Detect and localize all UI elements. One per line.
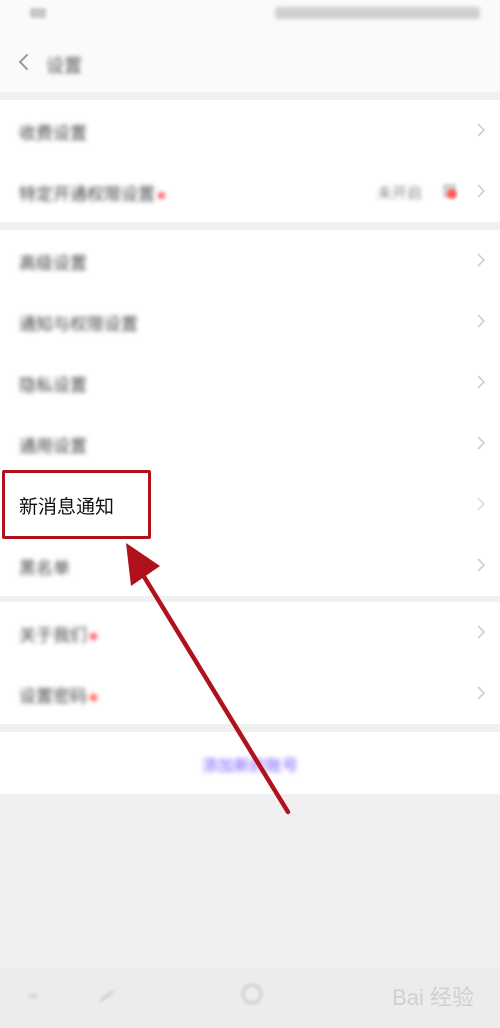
row-label: 特定开通权限设置 (19, 180, 165, 205)
chevron-right-icon (476, 557, 486, 573)
row-label: 隐私设置 (19, 376, 87, 396)
settings-row-permission[interactable]: 特定开通权限设置 未开启 (0, 161, 500, 222)
chevron-right-icon (476, 183, 486, 199)
row-label: 设置密码 (19, 682, 97, 707)
chevron-right-icon (476, 313, 486, 329)
chevron-right-icon (476, 435, 486, 451)
page-title: 设置 (46, 56, 82, 77)
menu-icon[interactable] (26, 988, 40, 1007)
add-account-link[interactable]: 添加新的账号 (0, 752, 500, 776)
settings-row-password[interactable]: 设置密码 (0, 663, 500, 724)
highlight-box (2, 470, 151, 539)
row-value: 未开启 (376, 184, 422, 202)
red-dot-badge (90, 632, 97, 640)
settings-row-about[interactable]: 关于我们 (0, 602, 500, 663)
chevron-right-icon (476, 252, 486, 268)
chevron-right-icon (476, 496, 486, 512)
row-label: 关于我们 (19, 621, 97, 646)
back-arrow-icon[interactable] (16, 50, 32, 74)
chevron-right-icon (476, 122, 486, 138)
add-account-area: 添加新的账号 (0, 732, 500, 794)
settings-row-advanced[interactable]: 高级设置 (0, 230, 500, 291)
edit-icon[interactable] (98, 988, 116, 1008)
row-label: 黑名单 (19, 559, 70, 579)
settings-section-1: 收费设置 特定开通权限设置 未开启 (0, 100, 500, 222)
chevron-right-icon (476, 624, 486, 640)
settings-section-2: 高级设置 通知与权限设置 隐私设置 通用设置 新消息通知 黑名单 (0, 230, 500, 596)
status-bar (0, 0, 500, 34)
home-icon[interactable] (240, 982, 264, 1010)
row-label: 收费设置 (19, 124, 87, 144)
settings-section-3: 关于我们 设置密码 (0, 602, 500, 724)
settings-row-notification-permission[interactable]: 通知与权限设置 (0, 291, 500, 352)
watermark: Bai 经验 (392, 985, 474, 1010)
red-dot-badge (90, 693, 97, 701)
red-dot-badge (158, 191, 165, 199)
settings-row-blacklist[interactable]: 黑名单 (0, 535, 500, 596)
settings-row-fee[interactable]: 收费设置 (0, 100, 500, 161)
chevron-right-icon (476, 685, 486, 701)
status-time (30, 8, 46, 18)
row-label: 通用设置 (19, 437, 87, 457)
settings-row-general[interactable]: 通用设置 (0, 413, 500, 474)
lock-icon (440, 175, 460, 203)
settings-row-privacy[interactable]: 隐私设置 (0, 352, 500, 413)
row-label: 高级设置 (19, 254, 87, 274)
status-icons (275, 7, 480, 19)
row-label: 通知与权限设置 (19, 315, 138, 335)
bottom-nav: Bai 经验 (0, 968, 500, 1028)
header: 设置 (0, 34, 500, 92)
chevron-right-icon (476, 374, 486, 390)
